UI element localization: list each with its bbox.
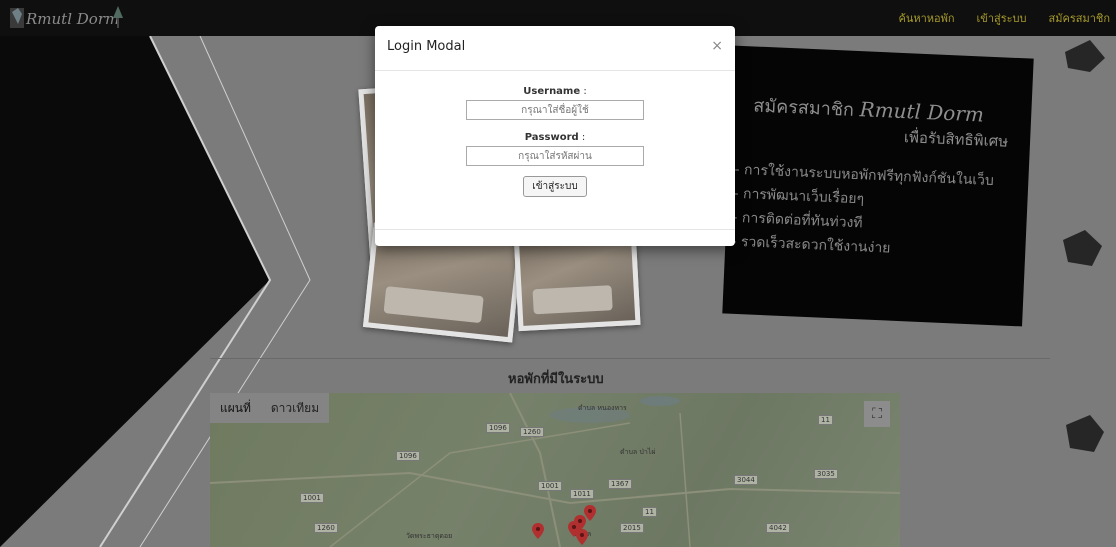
road-label: 1096 [396,451,420,461]
map-pin-icon[interactable] [576,529,588,545]
road-label: 4042 [766,523,790,533]
promo-benefit-list: - การใช้งานระบบหอพักฟรีทุกฟังก์ชันในเว็บ… [731,158,994,265]
nav-search-dorm[interactable]: ค้นหาหอพัก [898,9,954,27]
username-label: Username : [523,86,587,97]
password-label: Password : [524,132,586,143]
nav-register[interactable]: สมัครสมาชิก [1049,9,1111,27]
register-promo-card: สมัครสมาชิก Rmutl Dorm เพื่อรับสิทธิพิเศ… [722,45,1034,327]
nav-links: ค้นหาหอพัก เข้าสู่ระบบ สมัครสมาชิก [898,0,1110,36]
place-label: วัดพระธาตุดอย [406,532,453,540]
dorm-map[interactable]: แผนที่ ดาวเทียม ⛶ 1096 1260 1096 1011 13… [210,393,900,547]
brand-logo[interactable]: Rmutl Dorm [8,4,123,32]
road-label: 1260 [314,523,338,533]
map-type-toggle: แผนที่ ดาวเทียม [210,393,330,423]
road-label: 1011 [570,489,594,499]
password-input[interactable] [466,146,644,166]
promo-subtitle: เพื่อรับสิทธิพิเศษ [903,128,1009,151]
road-label: 1001 [300,493,324,503]
road-label: 1260 [520,427,544,437]
map-type-satellite-button[interactable]: ดาวเทียม [261,393,329,423]
tree-icon [113,6,123,28]
promo-title: สมัครสมาชิก Rmutl Dorm [753,91,985,130]
road-label: 3044 [734,475,758,485]
map-type-roadmap-button[interactable]: แผนที่ [210,393,261,423]
road-label: 1367 [608,479,632,489]
login-modal: Login Modal × Username : Password : เข้า… [375,26,735,246]
map-pin-icon[interactable] [532,523,544,539]
page: Rmutl Dorm ค้นหาหอพัก เข้าสู่ระบบ สมัครส… [0,0,1116,547]
brand-name: Rmutl Dorm [26,10,120,28]
login-form: Username : Password : เข้าสู่ระบบ [375,86,735,197]
map-section-title: หอพักที่มีในระบบ [508,372,604,387]
fullscreen-button[interactable]: ⛶ [864,401,890,427]
section-divider [210,358,1050,359]
place-label: ตำบล ป่าไผ่ [620,448,656,456]
username-input[interactable] [466,100,644,120]
fullscreen-icon: ⛶ [872,406,882,422]
road-label: 11 [642,507,657,517]
crest-icon [10,8,24,28]
nav-login[interactable]: เข้าสู่ระบบ [977,9,1027,27]
place-label: ตำบล หนองหาร [578,404,627,412]
road-label: 1096 [486,423,510,433]
close-icon[interactable]: × [711,38,723,54]
road-label: 3035 [814,469,838,479]
road-label: 2015 [620,523,644,533]
promo-title-script: Rmutl Dorm [859,97,985,127]
promo-title-prefix: สมัครสมาชิก [752,95,855,121]
road-label: 1001 [538,481,562,491]
modal-title: Login Modal [387,39,466,54]
modal-footer [375,229,735,230]
road-label: 11 [818,415,833,425]
login-submit-button[interactable]: เข้าสู่ระบบ [523,176,587,197]
modal-header: Login Modal × [375,26,735,71]
